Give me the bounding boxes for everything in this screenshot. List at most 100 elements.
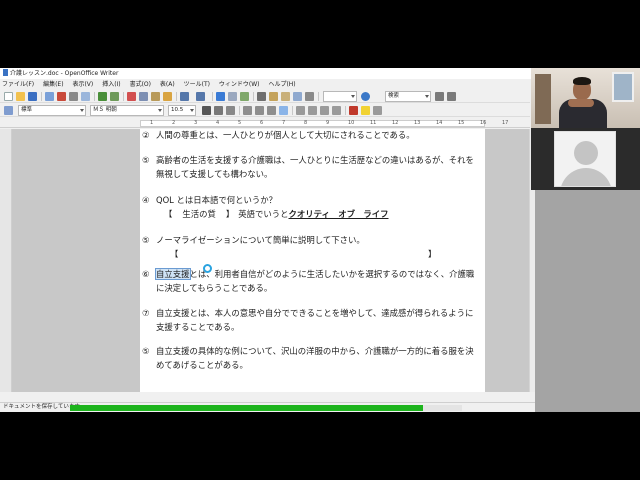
chevron-down-icon [351,95,355,98]
bullets-icon[interactable] [308,106,317,115]
room-window [612,72,634,102]
menu-help[interactable]: ヘルプ(H) [268,81,295,88]
find-previous-icon[interactable] [435,92,444,101]
question-number: ⑤ [142,346,150,356]
question-text: QOL とは日本語で何というか？ [156,195,278,205]
answer-close-bracket: 】 [225,208,235,219]
save-progress-bar [70,405,462,411]
styles-formatting-icon[interactable] [4,106,13,115]
ruler-number: 16 [480,120,487,126]
highlight-icon[interactable] [361,106,370,115]
autospellcheck-icon[interactable] [110,92,119,101]
answer-label: 英語でいうと [238,208,289,219]
show-draw-functions-icon[interactable] [240,92,249,101]
help-icon[interactable] [361,92,370,101]
navigator-icon[interactable] [269,92,278,101]
writer-doc-icon [3,69,8,76]
question-text-line: 自立支援とは、本人の意思や自分でできることを増やして、達成感が得られるように [156,307,473,321]
standard-toolbar: 検索 [0,90,530,103]
ruler-number: 1 [150,120,154,126]
horizontal-ruler[interactable]: 1 2 3 4 5 6 7 8 9 10 11 12 13 14 15 16 17 [0,119,530,128]
paste-icon[interactable] [151,92,160,101]
question-text: に決定してもらうことである。 [156,282,273,293]
ruler-number: 5 [238,120,242,126]
font-color-icon[interactable] [349,106,358,115]
zoom-select[interactable] [323,91,357,102]
font-name-value: ＭＳ 明朝 [93,107,117,113]
menu-tools[interactable]: ツール(T) [184,81,210,88]
redo-icon[interactable] [196,92,205,101]
print-preview-icon[interactable] [81,92,90,101]
align-left-icon[interactable] [243,106,252,115]
menu-format[interactable]: 書式(O) [130,81,151,88]
email-icon[interactable] [45,92,54,101]
question-number: ⑤ [142,155,150,165]
background-color-icon[interactable] [373,106,382,115]
find-replace-icon[interactable] [257,92,266,101]
ruler-number: 15 [458,120,465,126]
ruler-number: 7 [282,120,286,126]
menu-window[interactable]: ウィンドウ(W) [219,81,260,88]
default-avatar [554,131,616,187]
question-text-line: めてあげることがある。 [156,359,248,373]
new-document-icon[interactable] [4,92,13,101]
presenter-hands [568,99,594,107]
copy-icon[interactable] [139,92,148,101]
menu-edit[interactable]: 編集(E) [43,81,63,88]
table-icon[interactable] [228,92,237,101]
toolbar-separator [212,92,213,101]
align-right-icon[interactable] [267,106,276,115]
spellcheck-icon[interactable] [98,92,107,101]
ruler-number: 13 [414,120,421,126]
pdf-export-icon[interactable] [57,92,66,101]
hyperlink-icon[interactable] [216,92,225,101]
undo-icon[interactable] [180,92,189,101]
question-number: ⑥ [142,269,150,279]
answer-line: 【生活の質】英語でいうとクオリティ オブ ライフ [164,208,389,222]
question-text: 支援することである。 [156,321,240,332]
font-size-select[interactable]: 10.5 [168,105,196,116]
nonprinting-chars-icon[interactable] [305,92,314,101]
increase-indent-icon[interactable] [332,106,341,115]
vertical-ruler-bar [0,129,12,392]
menu-file[interactable]: ファイル(F) [2,81,34,88]
chevron-down-icon [425,95,429,98]
question-text: めてあげることがある。 [156,359,248,370]
document-page[interactable]: ② 人間の尊重とは、一人ひとりが個人として大切にされることである。 ⑤ 高齢者の生活を… [140,129,485,392]
menu-view[interactable]: 表示(V) [72,81,93,88]
question-text: 人間の尊重とは、一人ひとりが個人として大切にされることである。 [156,130,415,140]
italic-icon[interactable] [214,106,223,115]
cut-icon[interactable] [127,92,136,101]
find-next-icon[interactable] [447,92,456,101]
numbering-icon[interactable] [296,106,305,115]
question-text: ノーマライゼーションについて簡単に説明して下さい。 [156,235,365,245]
data-sources-icon[interactable] [293,92,302,101]
save-progress-fill [70,405,423,411]
decrease-indent-icon[interactable] [320,106,329,115]
toolbar-separator [292,106,293,115]
answer-close-bracket: 】 [428,248,437,259]
justify-icon[interactable] [279,106,288,115]
question-text: 自立支援とは、本人の意思や自分でできることを増やして、達成感が得られるように [156,308,474,318]
question-text-line: 人間の尊重とは、一人ひとりが個人として大切にされることである。 [156,129,415,143]
menu-insert[interactable]: 挿入(I) [102,81,120,88]
save-icon[interactable] [28,92,37,101]
chevron-down-icon [80,109,84,112]
gallery-icon[interactable] [281,92,290,101]
align-center-icon[interactable] [255,106,264,115]
bold-icon[interactable] [202,106,211,115]
open-folder-icon[interactable] [16,92,25,101]
ruler-number: 3 [194,120,198,126]
font-name-select[interactable]: ＭＳ 明朝 [90,105,164,116]
avatar-head-icon [574,141,598,165]
menu-table[interactable]: 表(A) [160,81,175,88]
search-input[interactable]: 検索 [385,91,431,102]
selected-text[interactable]: 自立支援 [155,268,191,280]
ruler-number: 4 [216,120,220,126]
underline-icon[interactable] [226,106,235,115]
ruler-text-area [140,120,485,127]
format-paintbrush-icon[interactable] [163,92,172,101]
print-icon[interactable] [69,92,78,101]
paragraph-style-select[interactable]: 標準 [18,105,86,116]
question-text-line: QOL とは日本語で何というか？ [156,194,277,208]
